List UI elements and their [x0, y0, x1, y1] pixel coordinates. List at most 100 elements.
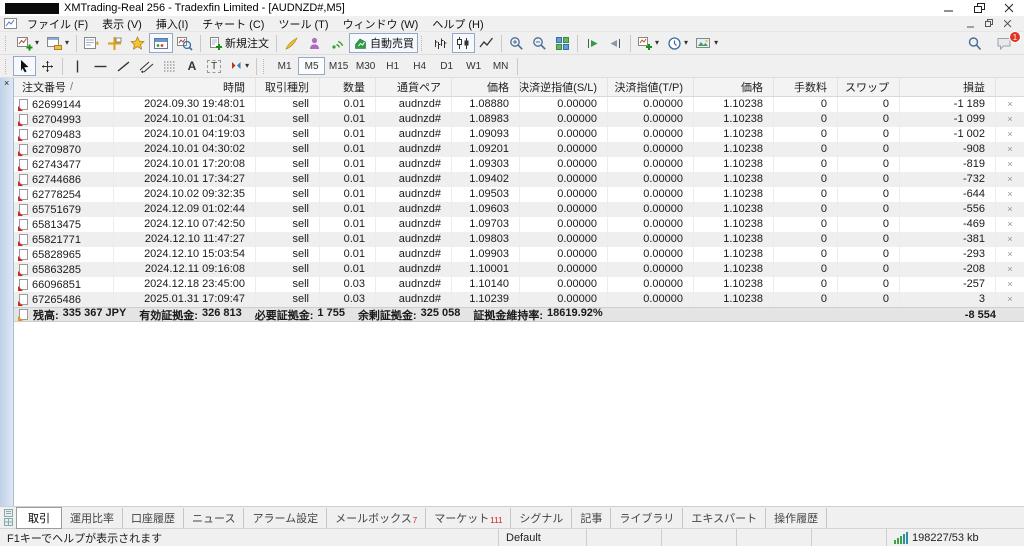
table-row[interactable]: 62699144 2024.09.30 19:48:01 sell 0.01 a… [14, 97, 1024, 112]
close-position-icon[interactable]: × [1007, 264, 1012, 274]
trendline-button[interactable] [112, 56, 135, 76]
table-row[interactable]: 62743477 2024.10.01 17:20:08 sell 0.01 a… [14, 157, 1024, 172]
column-header[interactable]: 通貨ペア [376, 78, 452, 96]
new-order-button[interactable]: 新規注文 [204, 33, 273, 53]
arrows-button[interactable]: ▾ [225, 56, 253, 76]
autotrade-button[interactable]: 自動売買 [349, 33, 419, 53]
terminal-panel-label[interactable]: ターミナル [0, 450, 2, 500]
terminal-tab[interactable]: アラーム設定 [244, 507, 328, 528]
table-row[interactable]: 62704993 2024.10.01 01:04:31 sell 0.01 a… [14, 112, 1024, 127]
close-position-icon[interactable]: × [1007, 234, 1012, 244]
chart-shift-button[interactable] [604, 33, 627, 53]
strategy-tester-button[interactable] [173, 33, 197, 53]
terminal-tab[interactable]: 運用比率 [62, 507, 123, 528]
close-position-icon[interactable]: × [1007, 159, 1012, 169]
toolbar-grip[interactable] [421, 35, 426, 51]
timeframe-button[interactable]: M1 [271, 57, 298, 75]
close-position-icon[interactable]: × [1007, 129, 1012, 139]
terminal-button[interactable] [149, 33, 174, 53]
table-row[interactable]: 65813475 2024.12.10 07:42:50 sell 0.01 a… [14, 217, 1024, 232]
column-header[interactable]: 決済逆指値(S/L) [520, 78, 608, 96]
terminal-tab[interactable]: エキスパート [683, 507, 767, 528]
timeframe-button[interactable]: W1 [460, 57, 487, 75]
terminal-tab[interactable]: ニュース [184, 507, 245, 528]
toolbar-grip[interactable] [5, 35, 10, 51]
close-button[interactable] [994, 0, 1024, 16]
menu-item[interactable]: チャート (C) [195, 16, 271, 32]
terminal-tab[interactable]: マーケット 111 [426, 507, 512, 528]
fibonacci-button[interactable] [158, 56, 181, 76]
close-position-icon[interactable]: × [1007, 279, 1012, 289]
column-header[interactable]: 手数料 [774, 78, 838, 96]
terminal-tab[interactable]: 記事 [572, 507, 612, 528]
vertical-line-button[interactable] [66, 56, 89, 76]
terminal-tab[interactable]: 操作履歴 [766, 507, 828, 528]
search-button[interactable] [963, 33, 986, 53]
close-position-icon[interactable]: × [1007, 294, 1012, 304]
child-minimize-icon[interactable] [967, 20, 975, 28]
table-row[interactable]: 62744686 2024.10.01 17:34:27 sell 0.01 a… [14, 172, 1024, 187]
menu-item[interactable]: ファイル (F) [20, 16, 95, 32]
metaeditor-button[interactable] [280, 33, 303, 53]
equidistant-channel-button[interactable] [135, 56, 158, 76]
close-position-icon[interactable]: × [1007, 219, 1012, 229]
column-header[interactable]: 注文番号 / [14, 78, 114, 96]
new-chart-button[interactable]: ▾ [13, 33, 43, 53]
line-chart-button[interactable] [475, 33, 498, 53]
restore-button[interactable] [964, 0, 994, 16]
notifications-button[interactable]: 1 [992, 31, 1021, 53]
table-row[interactable]: 65821771 2024.12.10 11:47:27 sell 0.01 a… [14, 232, 1024, 247]
zoom-in-button[interactable] [505, 33, 528, 53]
terminal-tab[interactable]: ライブラリ [611, 507, 684, 528]
cursor-button[interactable] [13, 56, 36, 76]
menu-item[interactable]: ツール (T) [271, 16, 335, 32]
profiles-button[interactable]: ▾ [43, 33, 73, 53]
market-watch-button[interactable] [80, 33, 103, 53]
child-restore-icon[interactable] [985, 19, 994, 28]
tile-windows-button[interactable] [551, 33, 574, 53]
table-row[interactable]: 62778254 2024.10.02 09:32:35 sell 0.01 a… [14, 187, 1024, 202]
timeframe-button[interactable]: M30 [352, 57, 379, 75]
child-close-icon[interactable] [1004, 19, 1012, 28]
templates-button[interactable]: ▾ [692, 33, 722, 53]
menu-item[interactable]: 表示 (V) [95, 16, 149, 32]
column-header[interactable]: 決済指値(T/P) [608, 78, 694, 96]
column-header[interactable]: 価格 [452, 78, 520, 96]
terminal-tab[interactable]: メールボックス 7 [327, 507, 427, 528]
timeframe-button[interactable]: M15 [325, 57, 352, 75]
terminal-tab[interactable]: 口座履歴 [123, 507, 184, 528]
close-position-icon[interactable]: × [1007, 249, 1012, 259]
timeframe-button[interactable]: D1 [433, 57, 460, 75]
menu-item[interactable]: ウィンドウ (W) [336, 16, 426, 32]
close-position-icon[interactable]: × [1007, 114, 1012, 124]
table-row[interactable]: 65828965 2024.12.10 15:03:54 sell 0.01 a… [14, 247, 1024, 262]
timeframe-button[interactable]: H4 [406, 57, 433, 75]
table-row[interactable]: 67265486 2025.01.31 17:09:47 sell 0.03 a… [14, 292, 1024, 307]
table-row[interactable]: 62709870 2024.10.01 04:30:02 sell 0.01 a… [14, 142, 1024, 157]
table-row[interactable]: 66096851 2024.12.18 23:45:00 sell 0.03 a… [14, 277, 1024, 292]
periods-button[interactable]: ▾ [663, 33, 692, 53]
terminal-dock-strip[interactable]: × ターミナル [0, 78, 14, 506]
timeframe-button[interactable]: M5 [298, 57, 326, 75]
community-button[interactable] [303, 33, 326, 53]
column-header[interactable]: 価格 [694, 78, 774, 96]
close-position-icon[interactable]: × [1007, 99, 1012, 109]
bar-chart-button[interactable] [429, 33, 452, 53]
candlestick-button[interactable] [452, 33, 476, 53]
crosshair-button[interactable] [36, 56, 59, 76]
signals-button[interactable] [326, 33, 349, 53]
text-button[interactable]: A [181, 56, 203, 76]
toolbar-grip[interactable] [263, 58, 268, 74]
timeframe-button[interactable]: H1 [379, 57, 406, 75]
close-position-icon[interactable]: × [1007, 189, 1012, 199]
timeframe-button[interactable]: MN [487, 57, 514, 75]
column-header[interactable]: スワップ [838, 78, 900, 96]
close-position-icon[interactable]: × [1007, 174, 1012, 184]
horizontal-line-button[interactable] [89, 56, 112, 76]
table-row[interactable]: 62709483 2024.10.01 04:19:03 sell 0.01 a… [14, 127, 1024, 142]
status-profile[interactable]: Default [498, 529, 586, 546]
column-header[interactable]: 数量 [320, 78, 376, 96]
dock-close-icon[interactable]: × [4, 79, 9, 88]
indicators-button[interactable]: ▾ [634, 33, 663, 53]
terminal-tab[interactable]: シグナル [511, 507, 573, 528]
